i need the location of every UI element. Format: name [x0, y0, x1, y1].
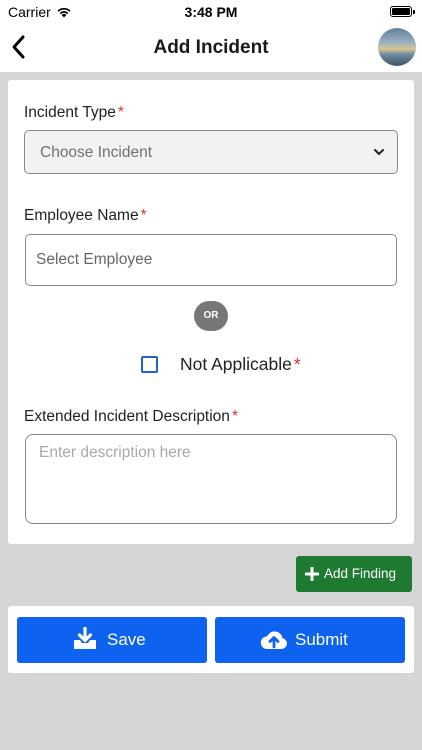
- not-applicable-checkbox[interactable]: [141, 356, 158, 373]
- cloud-upload-icon: [260, 631, 287, 649]
- page-title: Add Incident: [153, 37, 269, 58]
- status-bar: Carrier 3:48 PM: [0, 0, 422, 24]
- not-applicable-label-text: Not Applicable: [180, 354, 292, 374]
- save-button[interactable]: Save: [17, 617, 207, 663]
- description-label-text: Extended Incident Description: [24, 408, 230, 425]
- status-time: 3:48 PM: [184, 4, 238, 20]
- save-label: Save: [107, 630, 146, 649]
- incident-type-required-mark: *: [117, 104, 124, 121]
- not-applicable-label[interactable]: Not Applicable *: [180, 354, 301, 375]
- submit-button[interactable]: Submit: [215, 617, 405, 663]
- incident-type-value: Choose Incident: [40, 144, 153, 161]
- incident-form-card: Incident Type * Choose Incident Employee …: [8, 80, 414, 544]
- incident-type-label-text: Incident Type: [24, 104, 116, 121]
- chevron-down-icon: [374, 149, 384, 155]
- employee-name-label: Employee Name *: [24, 207, 147, 225]
- or-divider-badge: OR: [194, 301, 228, 331]
- employee-name-input[interactable]: Select Employee: [25, 234, 397, 286]
- description-required-mark: *: [231, 408, 238, 425]
- description-textarea[interactable]: Enter description here: [25, 434, 397, 524]
- employee-name-required-mark: *: [140, 207, 147, 224]
- avatar[interactable]: [378, 28, 416, 66]
- bottom-action-bar: Save Submit: [8, 606, 414, 673]
- add-finding-button[interactable]: Add Finding: [296, 556, 412, 592]
- employee-name-label-text: Employee Name: [24, 207, 139, 224]
- not-applicable-required-mark: *: [293, 354, 301, 374]
- nav-bar: Add Incident: [0, 24, 422, 72]
- plus-icon: [305, 567, 319, 581]
- incident-type-select[interactable]: Choose Incident: [24, 130, 398, 174]
- submit-label: Submit: [295, 630, 348, 649]
- description-placeholder: Enter description here: [39, 444, 191, 461]
- download-tray-icon: [74, 627, 96, 649]
- description-label: Extended Incident Description *: [24, 408, 238, 426]
- add-finding-label: Add Finding: [324, 566, 397, 581]
- incident-type-label: Incident Type *: [24, 104, 124, 122]
- battery-icon: [390, 6, 415, 17]
- employee-name-placeholder: Select Employee: [36, 251, 153, 268]
